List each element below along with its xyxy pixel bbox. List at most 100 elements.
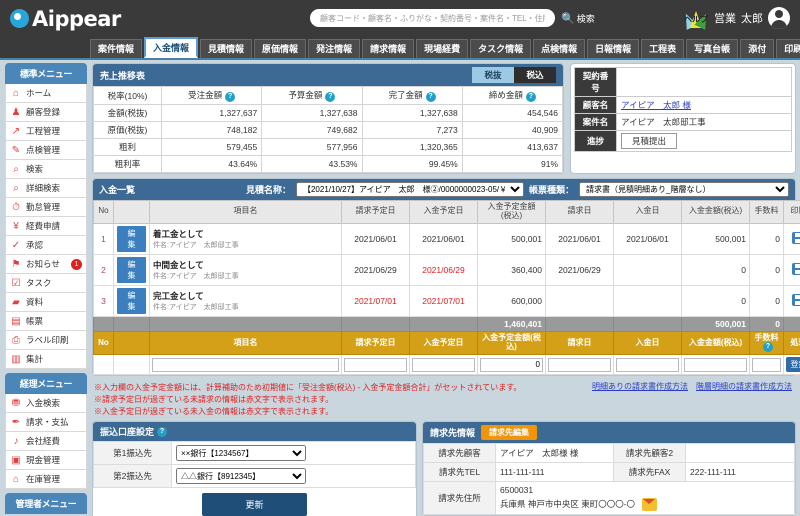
doc-type-select[interactable]: 請求書（見積明細あり_階層なし） bbox=[579, 182, 789, 197]
register-button[interactable]: 登録 bbox=[786, 357, 800, 373]
mail-icon[interactable] bbox=[642, 498, 658, 512]
new-item-input[interactable] bbox=[152, 357, 339, 372]
update-button[interactable]: 更新 bbox=[202, 493, 307, 516]
sidebar-item-13[interactable]: ⎙ ラベル印刷 bbox=[5, 331, 87, 350]
avatar[interactable] bbox=[768, 7, 790, 29]
sidebar-item-10[interactable]: ☑ タスク bbox=[5, 274, 87, 293]
sidebar-item-5[interactable]: ⌕ 詳細検索 bbox=[5, 179, 87, 198]
table-row: 契約番号 bbox=[574, 67, 792, 97]
progress-status-button[interactable]: 見積提出 bbox=[621, 133, 678, 149]
billing-icon: ✒ bbox=[11, 416, 21, 428]
print-icon[interactable] bbox=[792, 293, 800, 306]
customer-link[interactable]: アイピア 太郎 様 bbox=[621, 100, 691, 110]
row-item-name: 完工金として bbox=[153, 290, 204, 301]
sidebar-item-3[interactable]: ✎ 点検管理 bbox=[5, 141, 87, 160]
print-icon[interactable] bbox=[792, 262, 800, 275]
sidebar-item-2[interactable]: ↗ 工程管理 bbox=[5, 122, 87, 141]
help-circle-icon[interactable]: ? bbox=[425, 92, 436, 102]
print-icon[interactable] bbox=[792, 231, 800, 244]
billing-fax-value: 222-111-111 bbox=[685, 462, 795, 483]
help-circle-icon[interactable]: ? bbox=[525, 92, 536, 102]
row-bill-due: 2021/06/01 bbox=[341, 222, 410, 255]
tab-3[interactable]: 原価情報 bbox=[254, 39, 307, 58]
sidebar-item-0[interactable]: ⛃ 入金検索 bbox=[5, 394, 87, 413]
tab-1[interactable]: 入金情報 bbox=[144, 37, 199, 58]
sidebar-item-8[interactable]: ✓ 承認 bbox=[5, 236, 87, 255]
note-link-0[interactable]: 明細ありの請求書作成方法 bbox=[592, 381, 688, 392]
search-input[interactable] bbox=[310, 9, 555, 27]
tab-10[interactable]: 工程表 bbox=[641, 39, 685, 58]
edit-button[interactable]: 編集 bbox=[117, 256, 146, 283]
sidebar-item-7[interactable]: ¥ 経費申請 bbox=[5, 217, 87, 236]
project-label: 案件名 bbox=[574, 113, 617, 131]
new-pay-amount-input[interactable] bbox=[684, 357, 747, 372]
note-link-1[interactable]: 階層明細の請求書作成方法 bbox=[696, 381, 792, 392]
edit-button[interactable]: 編集 bbox=[117, 225, 146, 252]
bank-table: 第1振込先 ××銀行【1234567】 第2振込先 △△銀行【8912345】 bbox=[93, 441, 416, 489]
tab-11[interactable]: 写真台帳 bbox=[686, 39, 739, 58]
sidebar-item-1[interactable]: ♟ 顧客登録 bbox=[5, 103, 87, 122]
help-circle-icon[interactable]: ? bbox=[157, 426, 168, 437]
sidebar-item-4[interactable]: ⌂ 在庫管理 bbox=[5, 470, 87, 489]
tab-9[interactable]: 日報情報 bbox=[587, 39, 640, 58]
sidebar-item-4[interactable]: ⌕ 検索 bbox=[5, 160, 87, 179]
sidebar-admin-header: 管理者メニュー bbox=[5, 493, 87, 514]
sales-cell-3-0: 43.64% bbox=[160, 155, 263, 173]
tab-5[interactable]: 請求情報 bbox=[362, 39, 415, 58]
sidebar-item-label: 在庫管理 bbox=[26, 474, 61, 484]
tax-excl-toggle[interactable]: 税抜 bbox=[472, 67, 514, 83]
help-icon[interactable]: ヘルプ bbox=[680, 8, 712, 30]
sidebar-item-3[interactable]: ▣ 現金管理 bbox=[5, 451, 87, 470]
app-logo[interactable]: Aippear bbox=[10, 7, 121, 31]
payment-list-header: 入金一覧 見積名称： 【2021/10/27】アイピア 太郎 様②/000000… bbox=[93, 179, 795, 200]
sidebar-item-0[interactable]: ⌂ ホーム bbox=[5, 84, 87, 103]
new-bill-due-input[interactable] bbox=[344, 357, 407, 372]
help-circle-icon[interactable]: ? bbox=[325, 92, 336, 102]
bank-first-select[interactable]: ××銀行【1234567】 bbox=[176, 445, 306, 462]
table-row: 請求先住所 6500031 兵庫県 神戸市中央区 東町〇〇〇-〇 bbox=[423, 481, 795, 516]
inventory-icon: ⌂ bbox=[12, 473, 20, 485]
row-item-name: 中間金として bbox=[153, 259, 204, 270]
row-item-sub: 件名:アイピア 太郎邸工事 bbox=[153, 272, 239, 280]
bank-second-select[interactable]: △△銀行【8912345】 bbox=[176, 468, 306, 485]
sidebar-item-2[interactable]: ♪ 会社経費 bbox=[5, 432, 87, 451]
search-button[interactable]: 🔍 検索 bbox=[561, 12, 595, 25]
tab-13[interactable]: 印刷 bbox=[776, 39, 800, 58]
edit-button[interactable]: 編集 bbox=[117, 287, 146, 314]
tab-0[interactable]: 案件情報 bbox=[90, 39, 143, 58]
sidebar-item-label: 工程管理 bbox=[26, 126, 61, 136]
sidebar-item-11[interactable]: ▰ 資料 bbox=[5, 293, 87, 312]
row-item: 着工金として 件名:アイピア 太郎邸工事 bbox=[149, 222, 342, 255]
sales-col-3: 締め金額? bbox=[461, 86, 564, 105]
user-first-name: 営業 bbox=[714, 13, 736, 25]
tab-7[interactable]: タスク情報 bbox=[470, 39, 532, 58]
table-row: 案件名 アイピア 太郎邸工事 bbox=[574, 113, 792, 131]
new-pay-due-amount-input[interactable] bbox=[480, 357, 543, 372]
billing-edit-button[interactable]: 請求先編集 bbox=[481, 425, 538, 441]
help-circle-icon[interactable]: ? bbox=[225, 92, 236, 102]
payment-table: No 項目名 請求予定日 入金予定日 入金予定金額 (税込) 請求日 入金日 入… bbox=[93, 200, 800, 376]
new-fee-input[interactable] bbox=[752, 357, 781, 372]
sidebar-item-14[interactable]: ▥ 集計 bbox=[5, 350, 87, 369]
bank-panel-header: 振込口座設定 ? bbox=[93, 422, 416, 442]
tax-incl-toggle[interactable]: 税込 bbox=[514, 67, 556, 83]
sidebar-item-9[interactable]: ⚑ お知らせ 1 bbox=[5, 255, 87, 274]
new-pay-due-input[interactable] bbox=[412, 357, 475, 372]
tab-4[interactable]: 発注情報 bbox=[308, 39, 361, 58]
sales-row-label-3: 粗利率 bbox=[93, 155, 162, 173]
row-item-sub: 件名:アイピア 太郎邸工事 bbox=[153, 241, 239, 249]
estimate-label: 見積名称： bbox=[245, 185, 291, 195]
estimate-select[interactable]: 【2021/10/27】アイピア 太郎 様②/0000000023-05/￥90… bbox=[295, 182, 524, 197]
tab-8[interactable]: 点検情報 bbox=[533, 39, 586, 58]
new-bill-date-input[interactable] bbox=[548, 357, 611, 372]
sidebar-item-6[interactable]: ⏱ 勤怠管理 bbox=[5, 198, 87, 217]
tab-6[interactable]: 現場経費 bbox=[416, 39, 469, 58]
tab-2[interactable]: 見積情報 bbox=[200, 39, 253, 58]
tab-12[interactable]: 添付 bbox=[740, 39, 775, 58]
sidebar-item-12[interactable]: ▤ 帳票 bbox=[5, 312, 87, 331]
help-circle-icon[interactable]: ? bbox=[763, 342, 773, 353]
sidebar-item-label: ホーム bbox=[26, 88, 52, 98]
sidebar-item-1[interactable]: ✒ 請求・支払 bbox=[5, 413, 87, 432]
customer-label: 顧客名 bbox=[574, 96, 617, 114]
new-pay-date-input[interactable] bbox=[616, 357, 679, 372]
